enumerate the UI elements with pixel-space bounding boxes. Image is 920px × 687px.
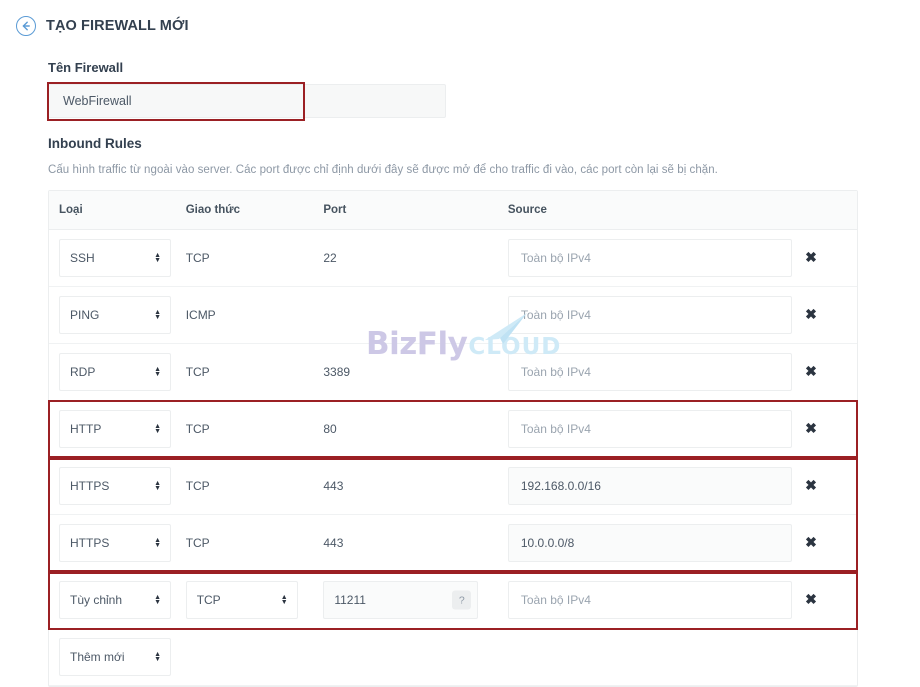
inbound-rules-table: Loại Giao thức Port Source SSH ▲ ▼ TCP 22…	[48, 190, 858, 687]
add-rule-label: Thêm mới	[70, 650, 125, 664]
chevron-updown-icon: ▲ ▼	[154, 651, 161, 663]
delete-rule-icon[interactable]: ✖	[797, 420, 817, 436]
delete-rule-icon[interactable]: ✖	[797, 477, 817, 493]
firewall-name-label: Tên Firewall	[48, 60, 124, 75]
rule-type-select[interactable]: HTTPS ▲ ▼	[59, 467, 171, 505]
delete-rule-icon[interactable]: ✖	[797, 306, 817, 322]
column-header-protocol: Giao thức	[185, 204, 241, 216]
chevron-updown-icon: ▲ ▼	[154, 537, 161, 549]
rule-protocol-value: TCP	[185, 365, 210, 379]
firewall-name-field-wrap	[47, 82, 446, 121]
table-row: SSH ▲▼ TCP 22 ✖	[49, 230, 857, 287]
rule-protocol-value: TCP	[185, 251, 210, 265]
table-row: HTTP ▲▼ TCP 80 ✖	[49, 401, 857, 458]
rule-source-input[interactable]	[507, 581, 792, 619]
rule-type-select[interactable]: Tùy chỉnh ▲ ▼	[59, 581, 171, 619]
add-rule-select[interactable]: Thêm mới ▲ ▼	[59, 638, 171, 676]
rule-type-select[interactable]: PING ▲ ▼	[59, 296, 171, 334]
rule-type-select[interactable]: SSH ▲ ▼	[59, 239, 171, 277]
rule-source-input[interactable]	[507, 239, 792, 277]
rule-type-value: Tùy chỉnh	[70, 593, 123, 607]
rule-source-input[interactable]	[507, 467, 792, 505]
rule-type-value: PING	[70, 308, 100, 322]
add-rule-row: Thêm mới ▲ ▼	[49, 629, 857, 686]
rule-port-value: 11211	[334, 593, 366, 607]
table-row: PING ▲▼ ICMP ✖	[49, 287, 857, 344]
chevron-updown-icon: ▲ ▼	[154, 423, 161, 435]
table-row: HTTPS ▲▼ TCP 443 ✖	[49, 458, 857, 515]
chevron-updown-icon: ▲ ▼	[280, 594, 288, 606]
rule-protocol-value: ICMP	[185, 308, 216, 322]
rule-type-value: HTTP	[70, 422, 102, 436]
rule-protocol-select[interactable]: TCP ▲ ▼	[185, 581, 298, 619]
rule-type-value: SSH	[70, 251, 95, 265]
rule-type-select[interactable]: HTTP ▲ ▼	[59, 410, 171, 448]
rule-source-input[interactable]	[507, 524, 792, 562]
chevron-updown-icon: ▲ ▼	[154, 309, 161, 321]
content-area: Tên Firewall Inbound Rules Cấu hình traf…	[0, 60, 920, 687]
rule-port-value: 22	[323, 251, 337, 265]
rule-type-select[interactable]: RDP ▲ ▼	[59, 353, 171, 391]
firewall-name-input[interactable]	[48, 84, 446, 118]
column-header-port: Port	[323, 204, 347, 216]
rule-port-value: 443	[323, 479, 344, 493]
chevron-updown-icon: ▲ ▼	[154, 366, 161, 378]
delete-rule-icon[interactable]: ✖	[797, 534, 817, 550]
rule-source-input[interactable]	[507, 296, 792, 334]
delete-rule-icon[interactable]: ✖	[797, 591, 817, 607]
rule-type-value: HTTPS	[70, 536, 110, 550]
rule-protocol-value: TCP	[185, 479, 210, 493]
rule-port-value: 443	[323, 536, 344, 550]
chevron-updown-icon: ▲ ▼	[154, 252, 161, 264]
rule-protocol-value: TCP	[185, 422, 210, 436]
table-row: RDP ▲▼ TCP 3389 ✖	[49, 344, 857, 401]
rule-protocol-value: TCP	[196, 593, 221, 607]
delete-rule-icon[interactable]: ✖	[797, 363, 817, 379]
rule-port-value: 80	[323, 422, 337, 436]
column-header-source: Source	[507, 204, 547, 216]
rule-source-input[interactable]	[507, 410, 792, 448]
rule-type-value: RDP	[70, 365, 96, 379]
page-title: TẠO FIREWALL MỚI	[46, 18, 189, 34]
rule-type-select[interactable]: HTTPS ▲ ▼	[59, 524, 171, 562]
rule-port-value: 3389	[323, 365, 351, 379]
back-arrow-circle-icon[interactable]	[16, 16, 36, 36]
chevron-updown-icon: ▲ ▼	[154, 480, 161, 492]
page-header: TẠO FIREWALL MỚI	[0, 0, 920, 40]
chevron-updown-icon: ▲ ▼	[154, 594, 161, 606]
column-header-type: Loại	[59, 204, 83, 216]
delete-rule-icon[interactable]: ✖	[797, 249, 817, 265]
rule-source-input[interactable]	[507, 353, 792, 391]
table-header-row: Loại Giao thức Port Source	[49, 191, 857, 230]
table-row: Tùy chỉnh ▲▼ TCP ▲▼ 11211 ? ✖	[49, 572, 857, 629]
inbound-rules-description: Cấu hình traffic từ ngoài vào server. Cá…	[48, 164, 718, 176]
rule-type-value: HTTPS	[70, 479, 110, 493]
help-icon[interactable]: ?	[452, 590, 472, 610]
rule-port-input[interactable]: 11211 ?	[323, 581, 479, 619]
inbound-rules-label: Inbound Rules	[48, 136, 142, 151]
table-row: HTTPS ▲▼ TCP 443 ✖	[49, 515, 857, 572]
rule-protocol-value: TCP	[185, 536, 210, 550]
